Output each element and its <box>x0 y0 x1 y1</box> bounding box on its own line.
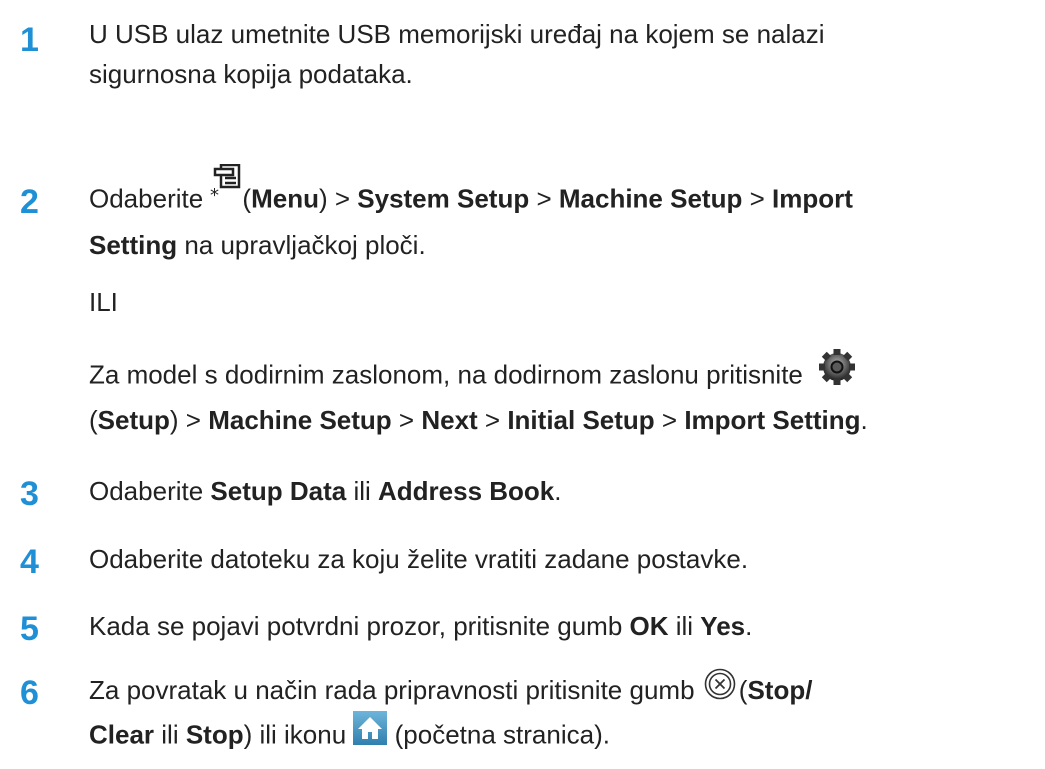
text: ili <box>668 611 701 641</box>
yes-label: Yes <box>700 611 746 641</box>
step-text: Za povratak u način rada pripravnosti pr… <box>89 668 1039 759</box>
clear-label: Clear <box>89 719 155 749</box>
text: Za model s dodirnim zaslonom, na dodirno… <box>89 359 803 390</box>
svg-text:*: * <box>210 185 219 202</box>
step-text: Odaberite * (Menu) > System Setup > Mach… <box>89 163 1039 440</box>
system-setup-label: System Setup <box>357 183 530 214</box>
stop-clear-icon <box>704 668 736 711</box>
home-icon <box>353 710 388 756</box>
text: (početna stranica). <box>387 719 610 749</box>
stop-label: Stop <box>185 719 244 749</box>
text: ili <box>154 719 186 749</box>
text: Odaberite <box>89 476 211 506</box>
step-number: 1 <box>20 21 39 59</box>
menu-icon: * <box>210 163 242 213</box>
machine-setup-label: Machine Setup <box>558 183 743 214</box>
gear-icon <box>817 349 857 396</box>
text: ) > <box>318 183 358 214</box>
text: Za povratak u način rada pripravnosti pr… <box>89 675 702 705</box>
setting-label: Setting <box>89 230 178 260</box>
setup-label: Setup <box>97 405 170 435</box>
text: Kada se pojavi potvrdni prozor, pritisni… <box>89 611 630 641</box>
step-text: Odaberite datoteku za koju želite vratit… <box>89 544 749 574</box>
text-line: sigurnosna kopija podataka. <box>89 59 413 89</box>
step-number: 3 <box>20 475 39 513</box>
stop-clear-label: Stop/ <box>747 675 813 705</box>
text: > <box>391 405 422 435</box>
text: ( <box>89 405 98 435</box>
or-label: ILI <box>89 287 118 317</box>
setup-data-label: Setup Data <box>210 476 347 506</box>
text: Odaberite <box>89 183 211 214</box>
import-label: Import <box>771 183 853 214</box>
text-line: U USB ulaz umetnite USB memorijski uređa… <box>89 19 825 49</box>
ok-label: OK <box>629 611 669 641</box>
initial-setup-label: Initial Setup <box>507 405 655 435</box>
text: > <box>742 183 772 214</box>
document-page: { "colors": { "step_number": "#1f8fd6", … <box>0 0 1045 769</box>
address-book-label: Address Book <box>378 476 555 506</box>
text: . <box>860 405 868 435</box>
step-number: 6 <box>20 674 39 712</box>
text: > <box>654 405 685 435</box>
step-text: Odaberite Setup Data ili Address Book. <box>89 471 1039 511</box>
menu-label: Menu <box>251 183 319 214</box>
text: na upravljačkoj ploči. <box>177 230 426 260</box>
step-number: 4 <box>20 543 39 581</box>
machine-setup-label: Machine Setup <box>208 405 392 435</box>
text: ) ili ikonu <box>243 719 354 749</box>
import-setting-label: Import Setting <box>684 405 861 435</box>
step-text: U USB ulaz umetnite USB memorijski uređa… <box>89 14 1039 94</box>
text: . <box>554 476 562 506</box>
step-number: 2 <box>20 183 39 221</box>
text: ( <box>242 183 252 214</box>
text: > <box>529 183 559 214</box>
text: ) > <box>169 405 209 435</box>
step-number: 5 <box>20 610 39 648</box>
step-text: Kada se pojavi potvrdni prozor, pritisni… <box>89 606 1039 646</box>
next-label: Next <box>421 405 478 435</box>
text: > <box>477 405 508 435</box>
text: . <box>745 611 753 641</box>
text: ili <box>346 476 378 506</box>
